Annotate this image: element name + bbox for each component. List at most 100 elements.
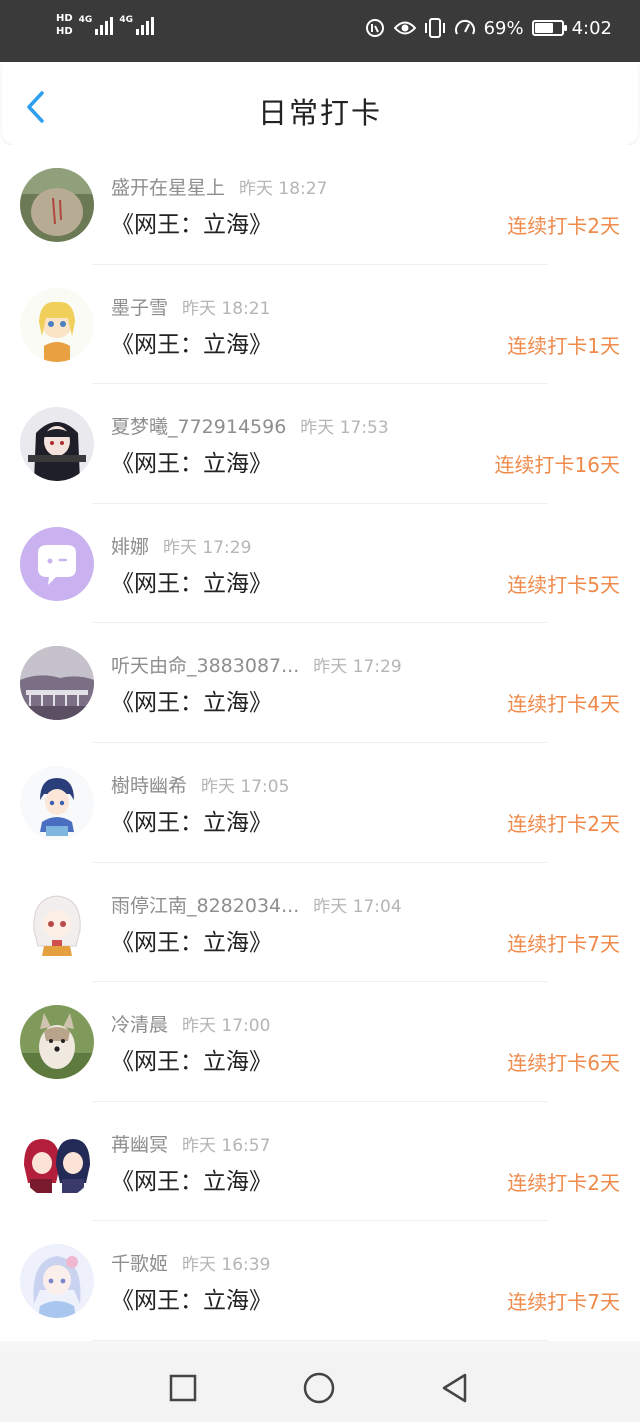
system-nav-bar	[0, 1352, 640, 1422]
user-name-line: 听天由命_3883087... 昨天 17:29	[111, 651, 402, 678]
checkin-time: 昨天 17:29	[313, 657, 402, 678]
eye-comfort-icon	[393, 17, 416, 39]
avatar[interactable]	[20, 1124, 94, 1199]
home-button[interactable]	[301, 1370, 337, 1406]
user-name[interactable]: 雨停江南_8282034...	[111, 895, 299, 917]
checkin-row[interactable]: 雨停江南_8282034... 昨天 17:04 《网王：立海》 连续打卡7天	[0, 862, 640, 983]
checkin-time: 昨天 17:29	[163, 537, 252, 558]
clock: 4:02	[571, 17, 612, 39]
user-name-line: 千歌姬 昨天 16:39	[111, 1249, 270, 1276]
user-name[interactable]: 夏梦曦_772914596	[111, 416, 286, 438]
streak-label: 连续打卡5天	[507, 572, 620, 597]
net2-label: 4G	[119, 15, 133, 25]
user-name-line: 苒幽冥 昨天 16:57	[111, 1130, 270, 1157]
avatar[interactable]	[20, 766, 94, 840]
user-name[interactable]: 听天由命_3883087...	[111, 655, 299, 677]
avatar-image	[20, 287, 94, 362]
home-circle-icon	[303, 1372, 335, 1404]
avatar[interactable]	[20, 1005, 94, 1080]
avatar[interactable]	[20, 168, 94, 242]
book-title: 《网王：立海》	[111, 331, 272, 358]
user-name[interactable]: 盛开在星星上	[111, 177, 225, 199]
avatar-image	[20, 766, 94, 840]
status-icons: 69% 4:02	[364, 17, 612, 39]
user-name[interactable]: 冷清晨	[111, 1014, 168, 1036]
user-name[interactable]: 婔娜	[111, 536, 149, 558]
header-bar: 日常打卡	[2, 62, 638, 145]
checkin-time: 昨天 18:27	[239, 179, 328, 199]
book-title: 《网王：立海》	[111, 929, 272, 956]
book-title: 《网王：立海》	[111, 570, 272, 597]
hd1-label: HD	[56, 13, 73, 24]
status-bar: HD HD 4G 4G 69% 4:02	[0, 0, 640, 62]
user-name-line: 樹時幽希 昨天 17:05	[111, 771, 289, 798]
book-title: 《网王：立海》	[111, 690, 272, 717]
streak-label: 连续打卡4天	[507, 692, 620, 717]
book-title: 《网王：立海》	[111, 810, 272, 836]
avatar-image	[20, 526, 94, 601]
checkin-row[interactable]: 苒幽冥 昨天 16:57 《网王：立海》 连续打卡2天	[0, 1101, 640, 1222]
checkin-row[interactable]: 千歌姬 昨天 16:39 《网王：立海》 连续打卡7天	[0, 1221, 640, 1341]
avatar[interactable]	[20, 1244, 94, 1319]
book-title: 《网王：立海》	[111, 1168, 272, 1195]
avatar[interactable]	[20, 526, 94, 601]
user-name-line: 冷清晨 昨天 17:00	[111, 1010, 270, 1037]
streak-label: 连续打卡2天	[507, 812, 620, 836]
checkin-time: 昨天 17:04	[313, 896, 402, 917]
streak-label: 连续打卡16天	[494, 453, 620, 478]
speed-icon	[454, 17, 476, 39]
book-title: 《网王：立海》	[111, 1288, 272, 1315]
streak-label: 连续打卡2天	[507, 214, 620, 238]
checkin-time: 昨天 17:05	[201, 777, 290, 797]
streak-label: 连续打卡1天	[507, 333, 620, 358]
user-name-line: 墨子雪 昨天 18:21	[111, 293, 270, 320]
battery-icon	[531, 20, 567, 36]
user-name[interactable]: 墨子雪	[111, 297, 168, 319]
system-back-button[interactable]	[437, 1370, 473, 1406]
recent-apps-button[interactable]	[165, 1370, 201, 1406]
checkin-row[interactable]: 夏梦曦_772914596 昨天 17:53 《网王：立海》 连续打卡16天	[0, 384, 640, 504]
nfc-icon	[364, 17, 386, 39]
avatar-image	[20, 646, 94, 721]
signal-icon: 4G	[79, 15, 114, 35]
streak-label: 连续打卡6天	[507, 1051, 620, 1076]
user-name[interactable]: 苒幽冥	[111, 1134, 168, 1156]
avatar[interactable]	[20, 407, 94, 482]
checkin-time: 昨天 16:57	[182, 1135, 271, 1156]
checkin-list[interactable]: 盛开在星星上 昨天 18:27 《网王：立海》 连续打卡2天 墨子雪 昨天 18:21 《网…	[0, 145, 640, 1352]
streak-label: 连续打卡7天	[507, 1290, 620, 1315]
checkin-time: 昨天 17:53	[300, 418, 389, 439]
book-title: 《网王：立海》	[111, 451, 272, 478]
book-title: 《网王：立海》	[111, 1049, 272, 1076]
net1-label: 4G	[78, 15, 93, 25]
avatar[interactable]	[20, 646, 94, 721]
user-name-line: 雨停江南_8282034... 昨天 17:04	[111, 891, 402, 918]
hd-indicator: HD HD	[56, 12, 73, 38]
checkin-time: 昨天 16:39	[182, 1255, 271, 1276]
avatar[interactable]	[20, 885, 94, 960]
avatar[interactable]	[20, 287, 94, 362]
checkin-row[interactable]: 听天由命_3883087... 昨天 17:29 《网王：立海》 连续打卡4天	[0, 623, 640, 743]
row-divider	[92, 1339, 548, 1341]
streak-label: 连续打卡7天	[507, 931, 620, 956]
checkin-row[interactable]: 冷清晨 昨天 17:00 《网王：立海》 连续打卡6天	[0, 982, 640, 1102]
user-name[interactable]: 千歌姬	[111, 1253, 168, 1275]
checkin-row[interactable]: 婔娜 昨天 17:29 《网王：立海》 连续打卡5天	[0, 503, 640, 624]
checkin-row[interactable]: 盛开在星星上 昨天 18:27 《网王：立海》 连续打卡2天	[0, 145, 640, 265]
checkin-row[interactable]: 樹時幽希 昨天 17:05 《网王：立海》 连续打卡2天	[0, 743, 640, 863]
user-name-line: 夏梦曦_772914596 昨天 17:53	[111, 412, 389, 439]
recent-apps-square-icon	[169, 1374, 197, 1402]
avatar-image	[20, 1244, 94, 1319]
book-title: 《网王：立海》	[111, 212, 272, 238]
battery-percent: 69%	[483, 17, 524, 39]
user-name-line: 婔娜 昨天 17:29	[111, 532, 251, 559]
checkin-time: 昨天 18:21	[182, 298, 271, 319]
signal-icon: 4G	[119, 15, 154, 35]
user-name[interactable]: 樹時幽希	[111, 775, 187, 797]
back-triangle-icon	[442, 1373, 467, 1403]
user-name-line: 盛开在星星上 昨天 18:27	[111, 173, 327, 200]
avatar-image	[20, 1005, 94, 1080]
streak-label: 连续打卡2天	[507, 1170, 620, 1195]
checkin-row[interactable]: 墨子雪 昨天 18:21 《网王：立海》 连续打卡1天	[0, 264, 640, 385]
hd2-label: HD	[56, 26, 73, 37]
